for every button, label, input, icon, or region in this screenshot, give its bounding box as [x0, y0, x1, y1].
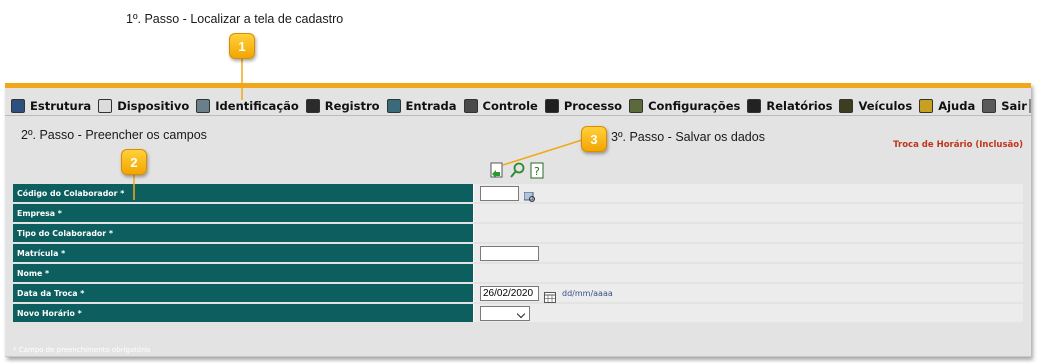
help-doc-icon[interactable]: ?	[529, 162, 545, 179]
form-row-empresa: Empresa *	[13, 204, 1023, 222]
date-format-hint: dd/mm/aaaa	[562, 288, 613, 298]
field-value	[474, 184, 1023, 202]
callout-1-badge: 1	[229, 33, 255, 59]
save-icon[interactable]	[489, 162, 505, 179]
menu-item-controle[interactable]: Controle	[463, 96, 538, 116]
codigo-colaborador-input[interactable]	[480, 185, 519, 201]
matricula-input[interactable]	[480, 245, 539, 261]
menu-label: Processo	[563, 98, 623, 113]
menu-label: Entrada	[405, 98, 457, 113]
menu-label: Dispositivo	[117, 98, 190, 113]
menu-item-dispositivo[interactable]: Dispositivo	[98, 96, 189, 116]
data-troca-input[interactable]: 26/02/2020	[480, 285, 539, 301]
form-row-matricula: Matrícula *	[13, 244, 1023, 262]
menu-item-configuracoes[interactable]: Configurações	[629, 96, 740, 116]
reports-icon	[747, 98, 762, 113]
lookup-icon[interactable]	[523, 188, 536, 202]
field-label: Novo Horário *	[13, 304, 474, 322]
menu-label: Configurações	[648, 98, 741, 113]
menu-label: Estrutura	[30, 98, 92, 113]
device-icon	[98, 98, 113, 113]
colaborador-form: Código do Colaborador * Empresa * Tipo d	[13, 184, 1023, 324]
field-value	[474, 204, 1023, 222]
menu-label: Sair	[1001, 98, 1027, 113]
control-icon	[463, 98, 478, 113]
register-icon	[305, 98, 320, 113]
form-toolbar: ?	[489, 162, 545, 179]
menu-item-sair[interactable]: Sair	[982, 96, 1031, 116]
menu-label: Controle	[482, 98, 538, 113]
menu-label: Ajuda	[938, 98, 976, 113]
calendar-icon[interactable]	[544, 288, 556, 303]
field-label: Matrícula *	[13, 244, 474, 262]
form-row-horario: Novo Horário *	[13, 304, 1023, 322]
menu-item-entrada[interactable]: Entrada	[386, 96, 457, 116]
menu-item-registro[interactable]: Registro	[305, 96, 380, 116]
vehicle-icon	[839, 98, 854, 113]
svg-text:?: ?	[534, 165, 540, 178]
field-value: 26/02/2020 dd/mm/aaaa	[474, 284, 1023, 303]
menu-item-processo[interactable]: Processo	[544, 96, 623, 116]
exit-icon	[982, 98, 997, 113]
form-row-nome: Nome *	[13, 264, 1023, 282]
field-value	[474, 264, 1023, 282]
field-label: Código do Colaborador *	[13, 184, 474, 202]
application-window: Estrutura Dispositivo Identificação Regi…	[5, 83, 1031, 357]
process-icon	[544, 98, 559, 113]
field-label: Nome *	[13, 264, 474, 282]
field-value	[474, 224, 1023, 242]
menu-item-veiculos[interactable]: Veículos	[839, 96, 912, 116]
identification-icon	[196, 98, 211, 113]
structure-icon	[11, 98, 25, 113]
menu-separator	[1028, 98, 1031, 113]
menu-item-relatorios[interactable]: Relatórios	[747, 96, 832, 116]
form-row-codigo: Código do Colaborador *	[13, 184, 1023, 202]
form-row-data: Data da Troca * 26/02/2020 dd/mm/aaaa	[13, 284, 1023, 303]
callout-3-badge: 3	[581, 126, 607, 152]
menu-label: Veículos	[858, 98, 913, 113]
novo-horario-select[interactable]	[480, 305, 530, 321]
menu-label: Identificação	[215, 98, 299, 113]
field-label: Tipo do Colaborador *	[13, 224, 474, 242]
page-title: Troca de Horário (Inclusão)	[893, 140, 1023, 150]
screenshot-root: 1º. Passo - Localizar a tela de cadastro…	[0, 0, 1042, 363]
menu-label: Registro	[324, 98, 380, 113]
menu-item-identificacao[interactable]: Identificação	[196, 96, 299, 116]
callout-2-badge: 2	[121, 149, 147, 175]
form-row-tipo: Tipo do Colaborador *	[13, 224, 1023, 242]
help-icon	[919, 98, 934, 113]
menu-item-estrutura[interactable]: Estrutura	[11, 96, 91, 116]
entry-icon	[386, 98, 401, 113]
search-icon[interactable]	[509, 162, 525, 179]
step1-caption: 1º. Passo - Localizar a tela de cadastro	[126, 12, 344, 26]
required-footnote: * Campo de preenchimento obrigatório	[13, 346, 151, 354]
main-menubar: Estrutura Dispositivo Identificação Regi…	[5, 96, 1031, 116]
step3-caption: 3º. Passo - Salvar os dados	[611, 130, 765, 144]
field-value	[474, 244, 1023, 262]
settings-icon	[629, 98, 644, 113]
menu-item-ajuda[interactable]: Ajuda	[919, 96, 975, 116]
step2-caption: 2º. Passo - Preencher os campos	[21, 128, 207, 142]
field-label: Data da Troca *	[13, 284, 474, 302]
field-label: Empresa *	[13, 204, 474, 222]
menu-label: Relatórios	[766, 98, 833, 113]
field-value	[474, 304, 1023, 322]
